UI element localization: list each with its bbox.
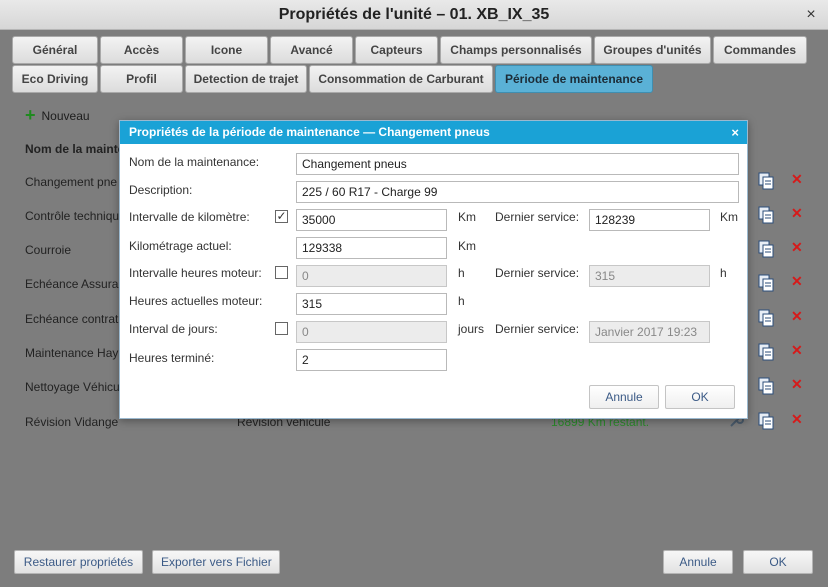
delete-icon[interactable]: ✕: [791, 376, 803, 393]
delete-icon[interactable]: ✕: [791, 239, 803, 256]
tab-groupes-unites[interactable]: Groupes d'unités: [594, 36, 711, 64]
description-label: Description:: [129, 183, 193, 197]
copy-icon[interactable]: [758, 274, 774, 292]
name-label: Nom de la maintenance:: [129, 155, 260, 169]
days-interval-unit: jours: [458, 322, 485, 336]
tab-avance[interactable]: Avancé: [270, 36, 353, 64]
copy-icon[interactable]: [758, 240, 774, 258]
export-to-file-button[interactable]: Exporter vers Fichier: [152, 550, 280, 574]
engine-hours-interval-input[interactable]: [296, 265, 447, 287]
list-item-name: Nettoyage Véhicu: [25, 380, 120, 394]
tab-eco-driving[interactable]: Eco Driving: [12, 65, 98, 93]
list-item-name: Echéance contrat: [25, 312, 119, 326]
list-item-name: Révision Vidange: [25, 415, 119, 429]
copy-icon[interactable]: [758, 343, 774, 361]
add-icon: +: [25, 105, 36, 125]
delete-icon[interactable]: ✕: [791, 273, 803, 290]
delete-icon[interactable]: ✕: [791, 205, 803, 222]
days-interval-checkbox[interactable]: [275, 322, 288, 335]
km-last-service-input[interactable]: [589, 209, 710, 231]
tab-profil[interactable]: Profil: [100, 65, 183, 93]
copy-icon[interactable]: [758, 377, 774, 395]
tab-commandes[interactable]: Commandes: [713, 36, 807, 64]
engine-hours-interval-checkbox[interactable]: [275, 266, 288, 279]
current-km-input[interactable]: [296, 237, 447, 259]
current-engine-hours-unit: h: [458, 294, 465, 308]
dialog-titlebar: Propriétés de la période de maintenance …: [120, 121, 747, 144]
tab-acces[interactable]: Accès: [100, 36, 183, 64]
window-titlebar: Propriétés de l'unité – 01. XB_IX_35 ×: [0, 0, 828, 30]
tab-capteurs[interactable]: Capteurs: [355, 36, 438, 64]
km-last-service-unit: Km: [720, 210, 738, 224]
tab-consommation-carburant[interactable]: Consommation de Carburant: [309, 65, 493, 93]
delete-icon[interactable]: ✕: [791, 171, 803, 188]
name-input[interactable]: [296, 153, 739, 175]
maintenance-period-dialog: Propriétés de la période de maintenance …: [119, 120, 748, 419]
dialog-cancel-button[interactable]: Annule: [589, 385, 659, 409]
description-input[interactable]: [296, 181, 739, 203]
km-last-service-label: Dernier service:: [495, 210, 580, 224]
tab-detection-trajet[interactable]: Detection de trajet: [185, 65, 307, 93]
current-engine-hours-label: Heures actuelles moteur:: [129, 294, 263, 308]
unit-properties-window: Propriétés de l'unité – 01. XB_IX_35 × G…: [0, 0, 828, 587]
current-engine-hours-input[interactable]: [296, 293, 447, 315]
new-button[interactable]: + Nouveau: [25, 106, 90, 124]
delete-icon[interactable]: ✕: [791, 342, 803, 359]
window-ok-button[interactable]: OK: [743, 550, 813, 574]
km-interval-checkbox[interactable]: ✓: [275, 210, 288, 223]
copy-icon[interactable]: [758, 309, 774, 327]
km-interval-input[interactable]: [296, 209, 447, 231]
days-interval-input[interactable]: [296, 321, 447, 343]
engine-last-service-label: Dernier service:: [495, 266, 580, 280]
list-item-name: Maintenance Hay: [25, 346, 119, 360]
copy-icon[interactable]: [758, 172, 774, 190]
engine-last-service-input[interactable]: [589, 265, 710, 287]
tab-icone[interactable]: Icone: [185, 36, 268, 64]
hours-done-input[interactable]: [296, 349, 447, 371]
dialog-ok-button[interactable]: OK: [665, 385, 735, 409]
list-item-name: Changement pne: [25, 175, 118, 189]
tab-champs-personnalises[interactable]: Champs personnalisés: [440, 36, 592, 64]
dialog-close-icon[interactable]: ×: [731, 121, 739, 144]
list-item-name: Contrôle technique: [25, 209, 126, 223]
engine-hours-interval-unit: h: [458, 266, 465, 280]
current-km-unit: Km: [458, 239, 476, 253]
tab-general[interactable]: Général: [12, 36, 98, 64]
delete-icon[interactable]: ✕: [791, 411, 803, 428]
engine-hours-interval-label: Intervalle heures moteur:: [129, 266, 262, 280]
dialog-title: Propriétés de la période de maintenance …: [129, 125, 490, 139]
days-interval-label: Interval de jours:: [129, 322, 218, 336]
delete-icon[interactable]: ✕: [791, 308, 803, 325]
window-title: Propriétés de l'unité – 01. XB_IX_35: [278, 6, 550, 23]
copy-icon[interactable]: [758, 412, 774, 430]
list-item-name: Courroie: [25, 243, 72, 257]
list-item-name: Echéance Assura: [25, 277, 119, 291]
tab-periode-maintenance[interactable]: Période de maintenance: [495, 65, 653, 93]
engine-last-service-unit: h: [720, 266, 727, 280]
km-interval-label: Intervalle de kilomètre:: [129, 210, 250, 224]
window-close-icon[interactable]: ×: [802, 0, 820, 29]
window-cancel-button[interactable]: Annule: [663, 550, 733, 574]
km-interval-unit: Km: [458, 210, 476, 224]
list-header-name: Nom de la mainte: [25, 142, 125, 156]
copy-icon[interactable]: [758, 206, 774, 224]
hours-done-label: Heures terminé:: [129, 351, 215, 365]
restore-properties-button[interactable]: Restaurer propriétés: [14, 550, 143, 574]
new-button-label: Nouveau: [41, 109, 90, 123]
days-last-service-input[interactable]: [589, 321, 710, 343]
current-km-label: Kilométrage actuel:: [129, 239, 232, 253]
days-last-service-label: Dernier service:: [495, 322, 580, 336]
